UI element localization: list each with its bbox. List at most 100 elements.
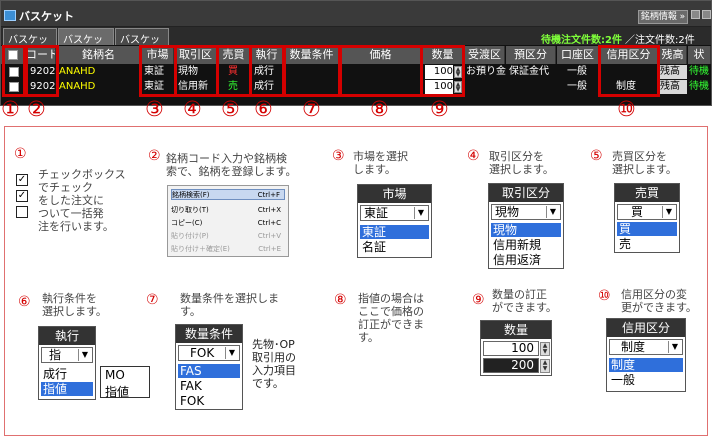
highlight-qty-column <box>420 45 465 97</box>
menu-item-paste[interactable]: 貼り付け(P) Ctrl+V <box>171 231 285 242</box>
chevron-down-icon[interactable]: ▼ <box>546 206 559 218</box>
section-10-number: ⑩ <box>598 288 611 304</box>
trade-option-margin-new[interactable]: 信用新規 <box>491 238 561 252</box>
highlight-price-column <box>339 45 423 97</box>
section-4-text: 取引区分を 選択します。 <box>489 150 554 176</box>
chevron-down-icon[interactable]: ▼ <box>78 349 91 361</box>
row-balance[interactable]: 残高 <box>660 65 687 79</box>
row-account[interactable]: 一般 <box>567 65 587 79</box>
section-5-text: 売買区分を 選択します。 <box>612 150 677 176</box>
side-dropdown[interactable]: 売買 買 ▼ 買 売 <box>614 183 680 253</box>
header-name[interactable]: 銘柄名 <box>57 46 141 64</box>
execution-label: 執行 <box>39 327 95 345</box>
highlight-trade-column <box>174 45 219 97</box>
menu-label: 貼り付け＋確定(E) <box>171 245 230 253</box>
qty-condition-dropdown[interactable]: 数量条件 FOK ▼ FAS FAK FOK <box>175 324 243 410</box>
exec-option-mo[interactable]: MO <box>105 368 125 382</box>
stock-info-button[interactable]: 銘柄情報 » <box>638 10 688 24</box>
market-select[interactable]: 東証 ▼ <box>360 205 429 221</box>
row-deposit[interactable]: 保証金代 <box>509 65 549 79</box>
tab-basket-1[interactable]: バスケット1 <box>3 28 57 61</box>
quantity-editor[interactable]: 数量 100 ▲ ▼ 200 ▲ ▼ <box>480 320 552 376</box>
menu-item-copy[interactable]: コピー(C) Ctrl+C <box>171 218 285 229</box>
side-select[interactable]: 買 ▼ <box>617 204 677 220</box>
header-balance[interactable]: 残高 <box>659 46 687 64</box>
app-icon <box>4 10 16 21</box>
close-icon[interactable] <box>702 10 711 19</box>
quantity-stepper-icon[interactable]: ▲ ▼ <box>540 359 550 373</box>
window-title: バスケット <box>19 10 74 23</box>
section-3-text: 市場を選択 します。 <box>353 150 408 176</box>
quantity-input-1[interactable]: 100 <box>483 341 539 356</box>
credit-type-value: 制度 <box>621 340 646 354</box>
market-option-tse[interactable]: 東証 <box>360 225 429 239</box>
credit-option-system[interactable]: 制度 <box>609 358 683 372</box>
menu-item-cut[interactable]: 切り取り(T) Ctrl+X <box>171 205 285 216</box>
exec-option-limit[interactable]: 指値 <box>41 382 93 396</box>
section-7-text: 数量条件を選択しま す。 <box>180 292 279 318</box>
chevron-down-icon[interactable]: ▼ <box>225 347 238 359</box>
trade-option-cash[interactable]: 現物 <box>491 223 561 237</box>
market-dropdown[interactable]: 市場 東証 ▼ 東証 名証 <box>357 184 432 258</box>
callout-6: ⑥ <box>254 97 273 121</box>
chevron-down-icon[interactable]: ▼ <box>662 206 675 218</box>
pending-order-count: 待機注文件数:2件 <box>541 35 622 46</box>
exec-option-limit-2[interactable]: 指値 <box>105 383 129 400</box>
callout-3: ③ <box>145 97 164 121</box>
trade-type-value: 現物 <box>495 205 520 219</box>
qty-option-fak[interactable]: FAK <box>178 379 240 393</box>
section-7-note: 先物･OP 取引用の 入力項目 です。 <box>252 338 296 390</box>
callout-2: ② <box>27 97 46 121</box>
menu-label: 切り取り(T) <box>171 206 209 214</box>
exec-extra-options: MO 指値 <box>100 366 150 400</box>
menu-shortcut: Ctrl+C <box>257 219 281 227</box>
tab-basket-2[interactable]: バスケット2 <box>58 28 114 61</box>
title-bar: バスケット 銘柄情報 » <box>1 1 711 27</box>
callout-1: ① <box>1 97 20 121</box>
trade-option-margin-close[interactable]: 信用返済 <box>491 253 561 267</box>
qty-condition-label: 数量条件 <box>176 325 242 343</box>
demo-checkbox-2: ✓ <box>16 190 28 202</box>
menu-shortcut: Ctrl+X <box>257 206 281 214</box>
trade-type-label: 取引区分 <box>489 184 563 202</box>
header-deposit[interactable]: 預区分 <box>506 46 556 64</box>
section-8-text: 指値の場合は ここで価格の 訂正ができま す。 <box>358 292 424 344</box>
side-option-sell[interactable]: 売 <box>617 237 677 251</box>
row-account[interactable]: 一般 <box>567 80 587 94</box>
menu-label: 貼り付け(P) <box>171 232 209 240</box>
header-account[interactable]: 口座区 <box>557 46 599 64</box>
header-delivery[interactable]: 受渡区 <box>465 46 505 64</box>
row-delivery[interactable]: お預り金 <box>466 65 506 79</box>
trade-type-select[interactable]: 現物 ▼ <box>491 204 561 220</box>
tab-basket-3[interactable]: バスケット3 <box>115 28 169 61</box>
qty-option-fok[interactable]: FOK <box>178 394 240 408</box>
menu-item-stock-search[interactable]: 銘柄検索(F) Ctrl+F <box>171 189 285 200</box>
callout-7: ⑦ <box>302 97 321 121</box>
side-option-buy[interactable]: 買 <box>617 222 677 236</box>
credit-type-dropdown[interactable]: 信用区分 制度 ▼ 制度 一般 <box>606 318 686 392</box>
chevron-down-icon[interactable]: ▼ <box>414 207 427 219</box>
header-status[interactable]: 状 <box>688 46 711 64</box>
highlight-exec-column <box>249 45 285 97</box>
market-option-nse[interactable]: 名証 <box>360 240 429 254</box>
menu-item-paste-confirm[interactable]: 貼り付け＋確定(E) Ctrl+E <box>171 244 285 255</box>
minimize-icon[interactable] <box>691 10 700 19</box>
credit-type-select[interactable]: 制度 ▼ <box>609 339 683 355</box>
trade-type-dropdown[interactable]: 取引区分 現物 ▼ 現物 信用新規 信用返済 <box>488 183 564 269</box>
callout-4: ④ <box>183 97 202 121</box>
order-count: ／注文件数:2件 <box>625 35 695 46</box>
exec-option-market[interactable]: 成行 <box>41 367 93 381</box>
credit-option-general[interactable]: 一般 <box>609 373 683 387</box>
highlight-code-column <box>25 45 59 97</box>
qty-condition-select[interactable]: FOK ▼ <box>178 345 240 361</box>
execution-dropdown[interactable]: 執行 指 ▼ 成行 指値 <box>38 326 96 400</box>
execution-select[interactable]: 指 ▼ <box>41 347 93 363</box>
row-balance[interactable]: 残高 <box>660 80 687 94</box>
section-7-number: ⑦ <box>146 292 159 308</box>
highlight-market-column <box>139 45 177 97</box>
menu-label: コピー(C) <box>171 219 203 227</box>
quantity-input-2[interactable]: 200 <box>483 358 539 373</box>
quantity-stepper-icon[interactable]: ▲ ▼ <box>540 342 550 356</box>
qty-option-fas[interactable]: FAS <box>178 364 240 378</box>
chevron-down-icon[interactable]: ▼ <box>668 341 681 353</box>
